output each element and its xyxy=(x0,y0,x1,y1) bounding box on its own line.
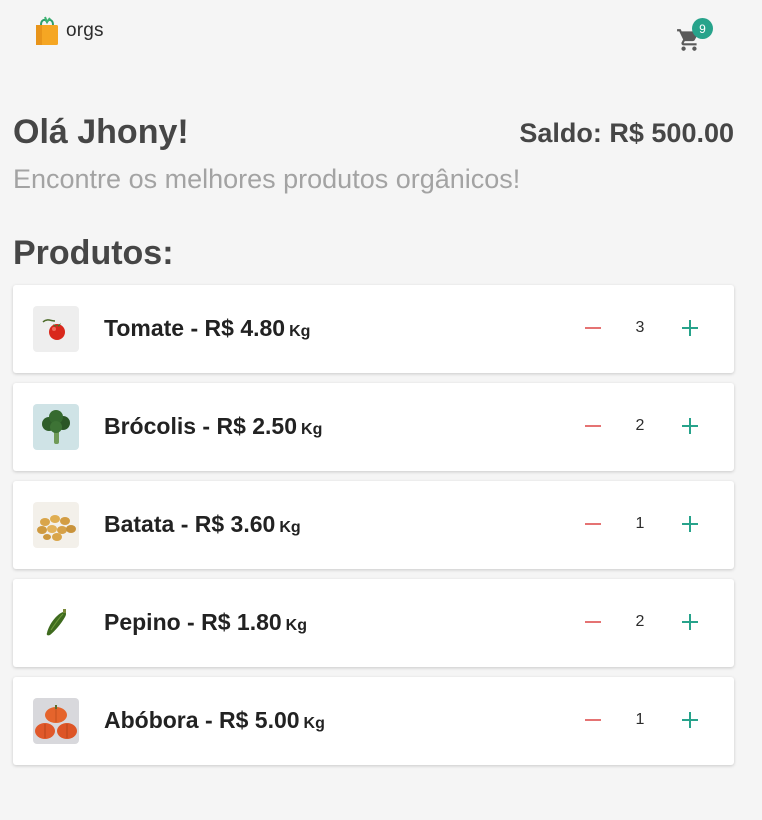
product-card-brocolis: Brócolis - R$ 2.50 Kg 2 xyxy=(13,383,734,471)
minus-icon xyxy=(585,719,601,721)
minus-icon xyxy=(585,523,601,525)
quantity-value: 3 xyxy=(635,319,645,336)
product-title: Pepino - R$ 1.80 Kg xyxy=(104,609,307,636)
product-card-tomate: Tomate - R$ 4.80 Kg 3 xyxy=(13,285,734,373)
product-name-price: Pepino - R$ 1.80 xyxy=(104,609,282,635)
cucumber-image xyxy=(33,600,79,646)
plus-icon xyxy=(682,320,698,336)
cart-button[interactable]: 9 xyxy=(676,18,713,55)
quantity-value: 1 xyxy=(635,711,645,728)
increase-quantity-button[interactable] xyxy=(678,414,702,438)
product-card-abobora: Abóbora - R$ 5.00 Kg 1 xyxy=(13,677,734,765)
pumpkin-image xyxy=(33,698,79,744)
minus-icon xyxy=(585,621,601,623)
balance-label: Saldo: R$ 500.00 xyxy=(519,118,734,148)
decrease-quantity-button[interactable] xyxy=(581,414,605,438)
minus-icon xyxy=(585,425,601,427)
product-name-price: Brócolis - R$ 2.50 xyxy=(104,413,298,439)
increase-quantity-button[interactable] xyxy=(678,316,702,340)
product-unit: Kg xyxy=(301,421,323,438)
product-unit: Kg xyxy=(289,323,311,340)
quantity-value: 1 xyxy=(635,515,645,532)
plus-icon xyxy=(682,614,698,630)
product-name-price: Tomate - R$ 4.80 xyxy=(104,315,286,341)
plus-icon xyxy=(682,516,698,532)
product-name-price: Batata - R$ 3.60 xyxy=(104,511,276,537)
product-card-pepino: Pepino - R$ 1.80 Kg 2 xyxy=(13,579,734,667)
greeting-title: Olá Jhony! xyxy=(13,113,189,151)
decrease-quantity-button[interactable] xyxy=(581,610,605,634)
tomato-image xyxy=(33,306,79,352)
product-title: Brócolis - R$ 2.50 Kg xyxy=(104,413,322,440)
increase-quantity-button[interactable] xyxy=(678,708,702,732)
minus-icon xyxy=(585,327,601,329)
plus-icon xyxy=(682,712,698,728)
product-name-price: Abóbora - R$ 5.00 xyxy=(104,707,300,733)
quantity-value: 2 xyxy=(635,613,645,630)
broccoli-image xyxy=(33,404,79,450)
product-title: Batata - R$ 3.60 Kg xyxy=(104,511,301,538)
product-unit: Kg xyxy=(303,715,325,732)
product-unit: Kg xyxy=(285,617,307,634)
increase-quantity-button[interactable] xyxy=(678,610,702,634)
potato-image xyxy=(33,502,79,548)
decrease-quantity-button[interactable] xyxy=(581,316,605,340)
plus-icon xyxy=(682,418,698,434)
product-title: Abóbora - R$ 5.00 Kg xyxy=(104,707,325,734)
product-card-batata: Batata - R$ 3.60 Kg 1 xyxy=(13,481,734,569)
decrease-quantity-button[interactable] xyxy=(581,708,605,732)
increase-quantity-button[interactable] xyxy=(678,512,702,536)
top-bar: orgs 9 xyxy=(0,0,762,64)
products-section-title: Produtos: xyxy=(13,234,174,272)
cart-count-badge: 9 xyxy=(692,18,713,39)
product-title: Tomate - R$ 4.80 Kg xyxy=(104,315,310,342)
app-logo: orgs xyxy=(34,16,104,46)
page-subtitle: Encontre os melhores produtos orgânicos! xyxy=(13,164,521,194)
product-unit: Kg xyxy=(279,519,301,536)
quantity-value: 2 xyxy=(635,417,645,434)
shopping-bag-logo-icon xyxy=(36,16,58,45)
decrease-quantity-button[interactable] xyxy=(581,512,605,536)
logo-text: orgs xyxy=(66,20,104,41)
product-list: Tomate - R$ 4.80 Kg 3 Brócolis - R$ 2.50 K… xyxy=(13,285,734,775)
